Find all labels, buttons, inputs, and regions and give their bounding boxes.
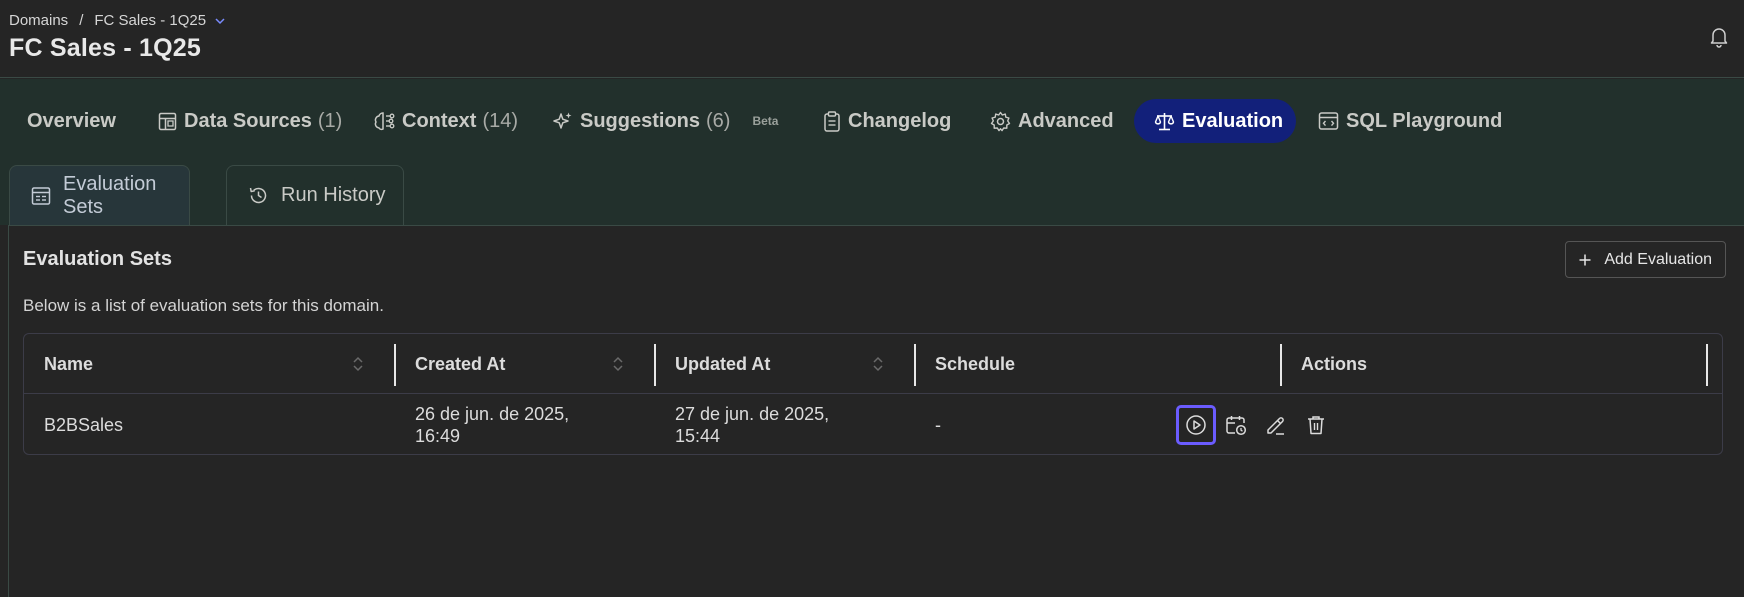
clipboard-icon xyxy=(823,110,841,132)
sort-icon[interactable] xyxy=(612,334,624,394)
layout-icon xyxy=(158,112,177,131)
domain-nav: Overview Data Sources (1) Context (14) S… xyxy=(0,79,1744,225)
tab-count: (6) xyxy=(706,109,731,132)
schedule-button[interactable] xyxy=(1216,405,1256,445)
column-header-name[interactable]: Name xyxy=(44,334,374,394)
column-header-schedule[interactable]: Schedule xyxy=(935,334,1015,394)
section-title: Evaluation Sets xyxy=(23,248,172,270)
column-resize-handle[interactable] xyxy=(914,344,916,386)
page-header: Domains / FC Sales - 1Q25 FC Sales - 1Q2… xyxy=(0,0,1744,78)
column-resize-handle[interactable] xyxy=(394,344,396,386)
column-resize-handle[interactable] xyxy=(654,344,656,386)
pencil-icon xyxy=(1265,414,1287,436)
add-evaluation-label: Add Evaluation xyxy=(1604,250,1712,268)
chevron-down-icon[interactable] xyxy=(214,15,226,27)
section-description: Below is a list of evaluation sets for t… xyxy=(23,296,384,315)
table-icon xyxy=(31,186,51,206)
add-evaluation-button[interactable]: Add Evaluation xyxy=(1565,241,1726,278)
tab-label: Overview xyxy=(27,109,116,132)
tab-suggestions[interactable]: Suggestions (6) Beta xyxy=(553,99,778,143)
subtab-run-history[interactable]: Run History xyxy=(226,165,404,225)
breadcrumb-domains-link[interactable]: Domains xyxy=(9,12,68,29)
tab-label: Context xyxy=(402,109,477,132)
subtab-label: Evaluation Sets xyxy=(63,172,157,218)
delete-button[interactable] xyxy=(1296,405,1336,445)
column-resize-handle[interactable] xyxy=(1706,344,1708,386)
tab-label: SQL Playground xyxy=(1346,109,1503,132)
tab-label: Evaluation xyxy=(1182,109,1284,132)
sort-icon[interactable] xyxy=(872,334,884,394)
column-resize-handle[interactable] xyxy=(1280,344,1282,386)
brain-icon xyxy=(374,111,395,131)
breadcrumb: Domains / FC Sales - 1Q25 xyxy=(9,12,226,29)
edit-button[interactable] xyxy=(1256,405,1296,445)
tab-count: (14) xyxy=(482,109,519,132)
sparkles-icon xyxy=(553,111,573,131)
row-actions xyxy=(1176,405,1336,445)
scale-icon xyxy=(1154,111,1175,132)
column-header-created-at[interactable]: Created At xyxy=(415,334,505,394)
breadcrumb-separator: / xyxy=(79,12,84,29)
tab-sql-playground[interactable]: SQL Playground xyxy=(1318,99,1502,143)
table-header: Name Created At Updated At Schedule Acti… xyxy=(24,334,1722,394)
tab-count: (1) xyxy=(317,109,343,132)
breadcrumb-current-domain[interactable]: FC Sales - 1Q25 xyxy=(94,12,206,29)
beta-badge: Beta xyxy=(752,114,779,128)
tab-label: Advanced xyxy=(1018,109,1114,132)
tab-changelog[interactable]: Changelog xyxy=(823,99,951,143)
evaluation-sets-table: Name Created At Updated At Schedule Acti… xyxy=(23,333,1723,455)
evaluation-sets-panel: Evaluation Sets Below is a list of evalu… xyxy=(8,225,1744,597)
gear-icon xyxy=(990,111,1011,132)
plus-icon xyxy=(1579,254,1591,266)
cell-schedule: - xyxy=(935,414,941,435)
column-header-updated-at[interactable]: Updated At xyxy=(675,334,770,394)
tab-label: Suggestions xyxy=(580,109,701,132)
tab-evaluation[interactable]: Evaluation xyxy=(1134,99,1296,143)
trash-icon xyxy=(1305,414,1327,436)
bell-icon[interactable] xyxy=(1708,26,1730,48)
tab-context[interactable]: Context (14) xyxy=(374,99,518,143)
tab-data-sources[interactable]: Data Sources (1) xyxy=(158,99,342,143)
cell-created-at: 26 de jun. de 2025, 16:49 xyxy=(415,403,570,446)
history-icon xyxy=(248,185,269,206)
code-window-icon xyxy=(1318,111,1339,131)
column-header-actions: Actions xyxy=(1301,353,1368,374)
subtab-label: Run History xyxy=(281,184,386,206)
tab-overview[interactable]: Overview xyxy=(27,99,116,143)
sort-icon[interactable] xyxy=(352,334,364,394)
tab-advanced[interactable]: Advanced xyxy=(990,99,1114,143)
cell-name: B2BSales xyxy=(44,414,124,435)
page-title: FC Sales - 1Q25 xyxy=(9,34,201,62)
calendar-clock-icon xyxy=(1225,414,1247,436)
tab-label: Data Sources xyxy=(184,109,312,132)
run-evaluation-button[interactable] xyxy=(1176,405,1216,445)
subtab-evaluation-sets[interactable]: Evaluation Sets xyxy=(9,165,190,225)
cell-updated-at: 27 de jun. de 2025, 15:44 xyxy=(675,403,830,446)
play-icon xyxy=(1185,414,1207,436)
tab-label: Changelog xyxy=(848,109,952,132)
